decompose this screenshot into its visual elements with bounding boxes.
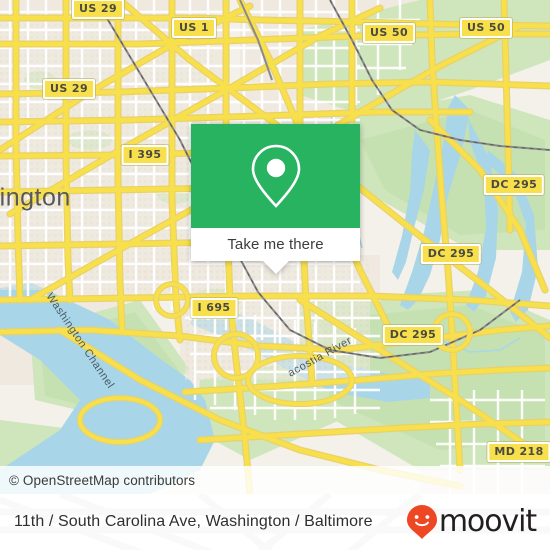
road-shield-us-1[interactable]: US 1	[172, 18, 216, 38]
road-shield-dc-295-mid[interactable]: DC 295	[420, 244, 482, 264]
popup-action-bar[interactable]: Take me there	[191, 228, 360, 261]
road-shield-us-50-east[interactable]: US 50	[460, 18, 512, 38]
road-shield-us-29-north[interactable]: US 29	[72, 0, 124, 19]
popup-pointer-tail	[262, 261, 289, 274]
moovit-map-screen: hington Washington Channel acostia River…	[0, 0, 550, 550]
road-shield-i-395[interactable]: I 395	[121, 145, 169, 165]
road-shield-md-218[interactable]: MD 218	[487, 442, 550, 462]
moovit-wordmark: moovit	[438, 504, 537, 539]
openstreetmap-attribution[interactable]: © OpenStreetMap contributors	[0, 473, 195, 488]
map-attribution-bar: © OpenStreetMap contributors	[0, 466, 550, 494]
popup-header	[191, 124, 360, 228]
bottom-info-bar: 11th / South Carolina Ave, Washington / …	[0, 494, 550, 550]
bottom-bar-content: 11th / South Carolina Ave, Washington / …	[0, 494, 550, 550]
road-shield-dc-295-south[interactable]: DC 295	[382, 325, 444, 345]
map-canvas[interactable]: hington Washington Channel acostia River…	[0, 0, 550, 494]
destination-address-label: 11th / South Carolina Ave, Washington / …	[14, 513, 373, 530]
road-shield-us-29-west[interactable]: US 29	[43, 79, 95, 99]
road-shield-us-50-west[interactable]: US 50	[363, 23, 415, 43]
road-shield-dc-295-north[interactable]: DC 295	[483, 175, 545, 195]
take-me-there-button[interactable]: Take me there	[227, 236, 323, 253]
road-shield-i-695[interactable]: I 695	[190, 298, 238, 318]
location-pin-icon	[251, 144, 300, 208]
moovit-smiley-pin-icon	[406, 505, 437, 539]
moovit-brand-logo[interactable]: moovit	[406, 504, 537, 540]
destination-popup-card[interactable]: Take me there	[191, 124, 360, 274]
